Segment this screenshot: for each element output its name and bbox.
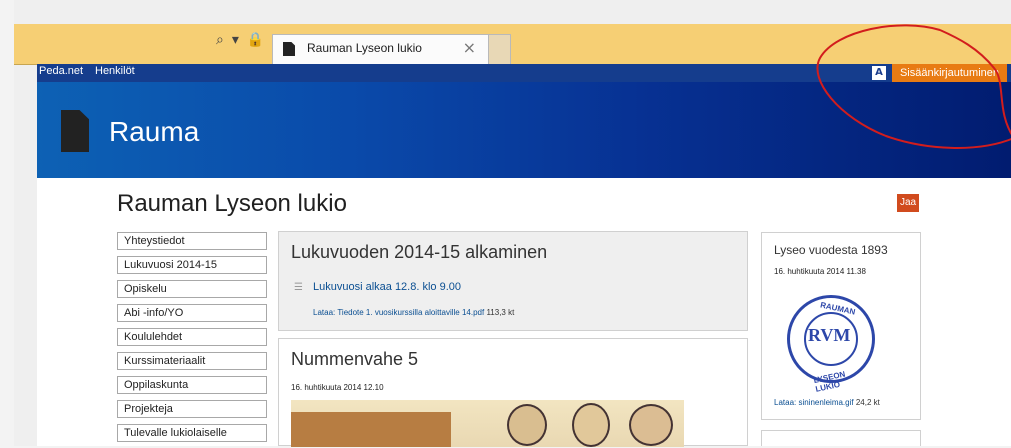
page-icon — [283, 42, 295, 56]
person-illustration — [629, 404, 673, 446]
document-icon: ☰ — [294, 282, 303, 293]
sidebar-item-koululehdet[interactable]: Koululehdet — [117, 328, 267, 346]
feature-card: Nummenvahe 5 16. huhtikuuta 2014 12.10 — [278, 338, 748, 447]
feature-illustration — [291, 400, 684, 447]
lock-icon: 🔒 — [246, 32, 265, 48]
close-icon[interactable]: × — [463, 38, 476, 57]
sidebar-item-oppilaskunta[interactable]: Oppilaskunta — [117, 376, 267, 394]
attachment-size: 113,3 kt — [486, 308, 515, 317]
new-tab-button[interactable] — [489, 34, 511, 64]
document-icon — [61, 110, 89, 152]
attachment-row: Lataa: Tiedote 1. vuosikurssilla aloitta… — [313, 308, 514, 317]
login-button[interactable]: Sisäänkirjautuminen — [891, 64, 1007, 82]
sidebar-item-yhteystiedot[interactable]: Yhteystiedot — [117, 232, 267, 250]
side-title: Lyseo vuodesta 1893 — [774, 243, 888, 257]
school-seal: RAUMAN LYSEON LUKIO RVM — [787, 295, 875, 394]
feature-title[interactable]: Nummenvahe 5 — [291, 349, 418, 370]
login-group: A Sisäänkirjautuminen — [871, 64, 1011, 82]
second-side-card — [761, 430, 921, 446]
site-name[interactable]: Rauma — [109, 116, 199, 148]
sidebar-item-opiskelu[interactable]: Opiskelu — [117, 280, 267, 298]
building-illustration — [291, 412, 451, 447]
news-card: Lukuvuoden 2014-15 alkaminen ☰ Lukuvuosi… — [278, 231, 748, 331]
accessibility-icon[interactable]: A — [871, 66, 886, 80]
search-icon[interactable]: ⌕ — [216, 32, 224, 48]
sidebar-item-projekteja[interactable]: Projekteja — [117, 400, 267, 418]
feature-date: 16. huhtikuuta 2014 12.10 — [291, 383, 384, 392]
share-button[interactable]: Jaa — [897, 194, 919, 212]
main-content: Rauman Lyseon lukio Jaa Yhteystiedot Luk… — [37, 178, 1011, 448]
page-title: Rauman Lyseon lukio — [117, 190, 347, 217]
sidebar-item-tulevalle[interactable]: Tulevalle lukiolaiselle — [117, 424, 267, 442]
seal-center-text: RVM — [808, 325, 851, 345]
tab-title: Rauman Lyseon lukio — [307, 41, 422, 55]
nav-henkilot[interactable]: Henkilöt — [95, 65, 135, 77]
attachment-link[interactable]: Lataa: Tiedote 1. vuosikurssilla aloitta… — [313, 308, 484, 317]
download-size: 24,2 kt — [855, 398, 880, 407]
browser-tab-active[interactable]: Rauman Lyseon lukio × — [272, 34, 489, 64]
news-title: Lukuvuoden 2014-15 alkaminen — [291, 242, 548, 262]
seal-bottom-text: LYSEON LUKIO — [812, 369, 847, 394]
chevron-down-icon[interactable]: ▾ — [232, 32, 239, 48]
nav-peda-net[interactable]: Peda.net — [39, 65, 83, 77]
site-top-nav: Peda.net Henkilöt A Sisäänkirjautuminen — [37, 64, 1011, 82]
person-illustration — [572, 403, 610, 447]
side-card: Lyseo vuodesta 1893 16. huhtikuuta 2014 … — [761, 232, 921, 420]
download-row: Lataa: sininenleima.gif 24,2 kt — [774, 398, 880, 407]
sidebar-item-abi-info[interactable]: Abi -info/YO — [117, 304, 267, 322]
sidebar-menu: Yhteystiedot Lukuvuosi 2014-15 Opiskelu … — [117, 232, 267, 448]
sidebar-item-kurssimateriaalit[interactable]: Kurssimateriaalit — [117, 352, 267, 370]
download-link[interactable]: Lataa: sininenleima.gif — [774, 398, 854, 407]
news-link[interactable]: Lukuvuosi alkaa 12.8. klo 9.00 — [313, 281, 461, 293]
browser-toolbar: ⌕ ▾ 🔒 ↻ Rauman Lyseon lukio × — [14, 24, 1011, 65]
site-header: Rauma — [37, 82, 1011, 178]
person-illustration — [507, 404, 547, 446]
side-date: 16. huhtikuuta 2014 11.38 — [774, 267, 866, 276]
sidebar-item-lukuvuosi[interactable]: Lukuvuosi 2014-15 — [117, 256, 267, 274]
